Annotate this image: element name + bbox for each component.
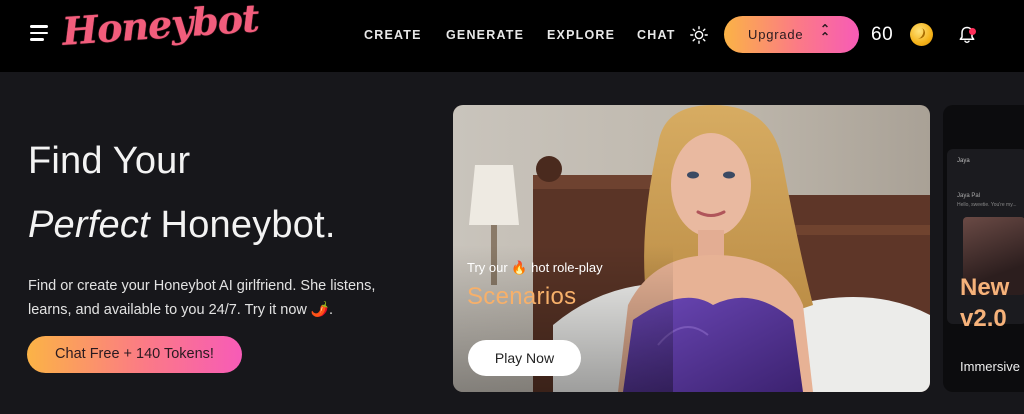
hero-title-line1: Find Your [28,140,191,182]
hero-title-emphasis: Perfect [28,204,150,246]
chili-icon: 🌶️ [310,302,329,318]
new-version-card[interactable]: Jaya Jaya Pal Hello, sweetie. You're my.… [943,105,1024,392]
flame-icon: 🔥 [511,260,528,275]
upgrade-label: Upgrade [748,27,804,42]
hero-description: Find or create your Honeybot AI girlfrie… [28,274,408,322]
chevron-double-up-icon: ⌃ ⌃ [820,22,831,44]
nav-generate[interactable]: GENERATE [446,28,524,42]
token-count: 60 [871,24,894,45]
hamburger-menu-icon[interactable] [30,25,50,43]
theme-toggle-sun-icon[interactable] [690,26,708,44]
new-version-title: New v2.0 [960,272,1009,334]
scenarios-subtitle: Try our 🔥 hot role-play [467,260,603,276]
new-version-line2: v2.0 [960,305,1007,332]
nav-explore[interactable]: EXPLORE [547,28,615,42]
chat-preview-message: Hello, sweetie. You're my... [957,202,1017,208]
hero-title-rest: Honeybot. [149,204,336,246]
new-version-line1: New [960,274,1010,301]
new-version-caption: Immersive c [960,359,1024,374]
nav-create[interactable]: CREATE [364,28,422,42]
logo[interactable]: Honeybot [61,0,260,54]
chat-free-button[interactable]: Chat Free + 140 Tokens! [27,336,242,373]
notification-dot [969,28,976,35]
scenarios-subtitle-pre: Try our [467,260,512,275]
nav-chat[interactable]: CHAT [637,28,676,42]
coin-icon [910,23,933,46]
chat-preview-sub: Jaya Pal [957,193,981,199]
upgrade-button[interactable]: Upgrade ⌃ ⌃ [724,16,859,53]
hero-title-line2: Perfect Honeybot. [28,204,336,247]
play-now-button[interactable]: Play Now [468,340,581,376]
hero-description-end: . [328,302,334,318]
scenarios-card[interactable]: Try our 🔥 hot role-play Scenarios Play N… [453,105,930,392]
scenarios-subtitle-post: hot role-play [527,260,603,275]
top-navbar: Honeybot CREATE GENERATE EXPLORE CHAT Up… [0,0,1024,72]
scenarios-title: Scenarios [467,283,577,310]
chat-preview-name: Jaya [957,158,970,164]
